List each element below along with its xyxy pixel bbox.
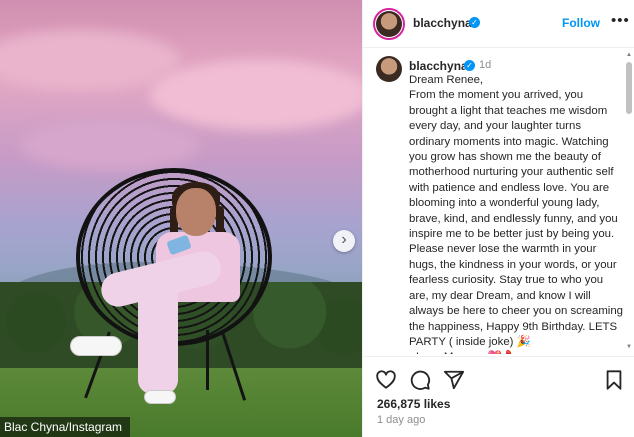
girl-leg: [138, 280, 178, 394]
caption-username[interactable]: blacchyna: [409, 59, 468, 73]
shoe: [144, 390, 176, 404]
verified-icon: ✓: [464, 60, 475, 71]
like-count[interactable]: 266,875 likes: [377, 397, 450, 411]
carousel-next-button[interactable]: ›: [333, 230, 355, 252]
scroll-up-icon[interactable]: ▲: [625, 52, 633, 58]
more-options-icon[interactable]: •••: [611, 12, 630, 29]
post-panel: blacchyna ✓ Follow ••• blacchyna ✓ 1d Dr…: [362, 0, 634, 437]
girl-face: [176, 188, 216, 236]
verified-icon: ✓: [469, 17, 480, 28]
heart-icon[interactable]: [375, 369, 397, 391]
post-date: 1 day ago: [377, 414, 426, 426]
comment-icon[interactable]: [409, 369, 431, 391]
scroll-thumb[interactable]: [626, 62, 632, 114]
share-icon[interactable]: [443, 369, 465, 391]
shoe: [70, 336, 122, 356]
photo-credit: Blac Chyna/Instagram: [0, 417, 131, 437]
avatar[interactable]: [376, 11, 402, 37]
scroll-down-icon[interactable]: ▼: [625, 344, 633, 350]
caption-avatar[interactable]: [376, 56, 402, 82]
sky-cloud: [0, 30, 180, 90]
caption-area[interactable]: blacchyna ✓ 1d Dream Renee, From the mom…: [363, 48, 634, 354]
sky-cloud: [150, 60, 362, 130]
caption-time: 1d: [479, 59, 492, 71]
caption-text: Dream Renee, From the moment you arrived…: [409, 74, 624, 354]
caption-scrollbar[interactable]: ▲ ▼: [625, 52, 633, 352]
sky-cloud: [20, 120, 200, 170]
header-username[interactable]: blacchyna: [413, 16, 472, 30]
action-bar: 266,875 likes 1 day ago: [363, 356, 634, 437]
post-photo: › Blac Chyna/Instagram: [0, 0, 362, 437]
follow-button[interactable]: Follow: [562, 16, 600, 30]
bookmark-icon[interactable]: [603, 369, 625, 391]
post-header: blacchyna ✓ Follow •••: [363, 0, 634, 48]
